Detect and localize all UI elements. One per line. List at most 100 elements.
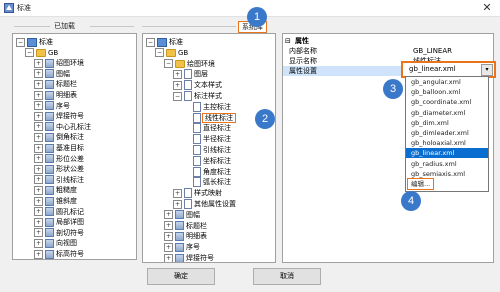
collapse-icon[interactable]: − <box>146 37 155 47</box>
expand-icon[interactable]: + <box>164 210 173 220</box>
expand-icon[interactable]: + <box>34 249 43 259</box>
expand-icon[interactable]: + <box>173 199 182 209</box>
tree-node[interactable]: + 形位公差 <box>34 154 84 165</box>
chevron-down-icon[interactable]: ▾ <box>481 64 493 76</box>
expand-icon[interactable]: + <box>34 196 43 206</box>
close-button[interactable]: ✕ <box>474 0 500 16</box>
expand-icon[interactable]: + <box>34 143 43 153</box>
ok-button[interactable]: 确定 <box>147 268 215 285</box>
tree-node[interactable]: + 剖切符号 <box>34 228 84 239</box>
tree-node[interactable]: + 焊接符号 <box>34 111 84 122</box>
tree-node[interactable]: + 图幅 <box>34 69 70 80</box>
dropdown-option[interactable]: gb_radius.xml <box>411 159 457 169</box>
tree-node[interactable]: + 焊接符号 <box>164 253 214 262</box>
collapse-icon[interactable]: − <box>164 59 173 69</box>
dropdown-option[interactable]: gb_angular.xml <box>411 77 461 87</box>
system-tree-panel[interactable]: − 标准 − GB − 绘图环境 + 图层 + 文本样式 − 标注样式 主控标注 线性标注 直径标注 半径标注… <box>142 33 276 263</box>
expand-icon[interactable]: + <box>173 80 182 90</box>
loaded-tree-panel[interactable]: − 标准 − GB + 绍图环境 + 图幅 + 标题栏 + 明细表 + 序号 + 焊接符号 + 中心孔标注 + 倒角标… <box>12 33 137 260</box>
expand-icon[interactable]: + <box>34 79 43 89</box>
tree-node[interactable]: + 序号 <box>34 101 70 112</box>
expand-icon[interactable]: + <box>164 231 173 241</box>
tree-node[interactable]: 线性标注 <box>182 112 236 124</box>
xml-file-combobox[interactable]: gb_linear.xml ▾ <box>402 62 495 77</box>
tree-node[interactable]: − 标准 <box>16 37 53 48</box>
expand-icon[interactable]: + <box>34 217 43 227</box>
tree-node[interactable]: − GB <box>155 48 188 59</box>
expand-icon[interactable]: + <box>173 69 182 79</box>
doc-icon <box>184 69 192 80</box>
tree-node[interactable]: + 中心孔标注 <box>34 122 91 133</box>
expand-icon[interactable]: + <box>34 69 43 79</box>
tree-node[interactable]: 半径标注 <box>182 134 231 145</box>
tree-node[interactable]: + 局部详图 <box>34 217 84 228</box>
expand-icon[interactable]: + <box>34 132 43 142</box>
collapse-icon[interactable]: − <box>173 91 182 101</box>
tree-node[interactable]: + 图层 <box>173 69 208 80</box>
expand-icon[interactable]: + <box>164 253 173 262</box>
tree-node[interactable]: 弧长标注 <box>182 177 231 188</box>
dropdown-option[interactable]: gb_balloon.xml <box>411 87 460 97</box>
expand-icon[interactable]: + <box>34 122 43 132</box>
tree-node[interactable]: + 其他属性设置 <box>173 199 236 210</box>
tree-node[interactable]: + 圆孔标记 <box>34 207 84 218</box>
tree-node[interactable]: + 粗糙度 <box>34 185 77 196</box>
tree-node[interactable]: − 标注样式 <box>173 91 222 102</box>
edit-option[interactable]: 编辑... <box>406 178 435 190</box>
tree-node[interactable]: + 文本样式 <box>173 80 222 91</box>
tree-node[interactable]: + 明细表 <box>164 231 207 242</box>
tree-node[interactable]: 直径标注 <box>182 123 231 134</box>
expand-icon[interactable]: + <box>34 207 43 217</box>
tree-node[interactable]: + 序号 <box>164 242 200 253</box>
tree-node[interactable]: + 锥斜度 <box>34 196 77 207</box>
dropdown-option[interactable]: gb_dim.xml <box>411 118 449 128</box>
expand-icon[interactable]: + <box>34 175 43 185</box>
dropdown-option[interactable]: gb_dimleader.xml <box>411 128 469 138</box>
cancel-button[interactable]: 取消 <box>253 268 321 285</box>
tree-node[interactable]: + 明细表 <box>34 90 77 101</box>
dropdown-option[interactable]: gb_holoaxial.xml <box>411 138 466 148</box>
tree-node[interactable]: − GB <box>25 48 58 59</box>
expand-icon[interactable]: + <box>34 58 43 68</box>
tree-node[interactable]: 角度标注 <box>182 166 231 178</box>
dropdown-option[interactable]: gb_coordinate.xml <box>411 97 471 107</box>
dropdown-option[interactable]: gb_linear.xml <box>406 148 488 159</box>
tree-node[interactable]: 坐标标注 <box>182 155 231 167</box>
tree-node[interactable]: + 标题栏 <box>164 221 207 232</box>
expand-icon[interactable]: + <box>34 228 43 238</box>
tree-node[interactable]: + 倒角标注 <box>34 132 84 143</box>
collapse-icon[interactable]: − <box>25 48 34 58</box>
expand-icon[interactable]: + <box>34 101 43 111</box>
collapse-icon[interactable]: − <box>16 37 25 47</box>
tree-node[interactable]: − 标准 <box>146 37 183 48</box>
tree-node[interactable]: + 图幅 <box>164 210 200 221</box>
tree-node-label: 形状公差 <box>56 165 84 174</box>
tree-node[interactable]: + 向视图 <box>34 238 77 249</box>
tree-node[interactable]: 主控标注 <box>182 101 231 113</box>
tree-node[interactable]: + 引线标注 <box>34 175 84 186</box>
tree-node[interactable]: + 形状公差 <box>34 164 84 175</box>
expand-icon[interactable]: + <box>34 164 43 174</box>
expand-icon[interactable]: + <box>34 111 43 121</box>
expand-icon[interactable]: + <box>34 154 43 164</box>
xml-file-dropdown-list[interactable]: gb_angular.xml gb_balloon.xml gb_coordinat… <box>405 76 489 192</box>
tree-node[interactable]: + 基准目标 <box>34 143 84 154</box>
tree-node[interactable]: + 绍图环境 <box>34 58 84 69</box>
expand-icon[interactable]: + <box>164 242 173 252</box>
app-icon <box>4 3 14 13</box>
expand-icon[interactable]: + <box>34 238 43 248</box>
tree-node[interactable]: 引线标注 <box>182 145 231 156</box>
tree-node[interactable]: + 样式映射 <box>173 188 222 199</box>
expand-icon[interactable]: + <box>34 90 43 100</box>
dropdown-option[interactable]: gb_semiaxis.xml <box>411 169 465 179</box>
expand-icon[interactable]: + <box>173 188 182 198</box>
collapse-icon[interactable]: − <box>155 48 164 58</box>
item-icon <box>175 210 184 220</box>
item-icon <box>45 122 54 132</box>
dropdown-option[interactable]: gb_diameter.xml <box>411 108 465 118</box>
expand-icon[interactable]: + <box>164 221 173 231</box>
expand-icon[interactable]: + <box>34 185 43 195</box>
tree-node[interactable]: − 绘图环境 <box>164 59 215 70</box>
tree-node[interactable]: + 标高符号 <box>34 249 84 259</box>
tree-node[interactable]: + 标题栏 <box>34 79 77 90</box>
